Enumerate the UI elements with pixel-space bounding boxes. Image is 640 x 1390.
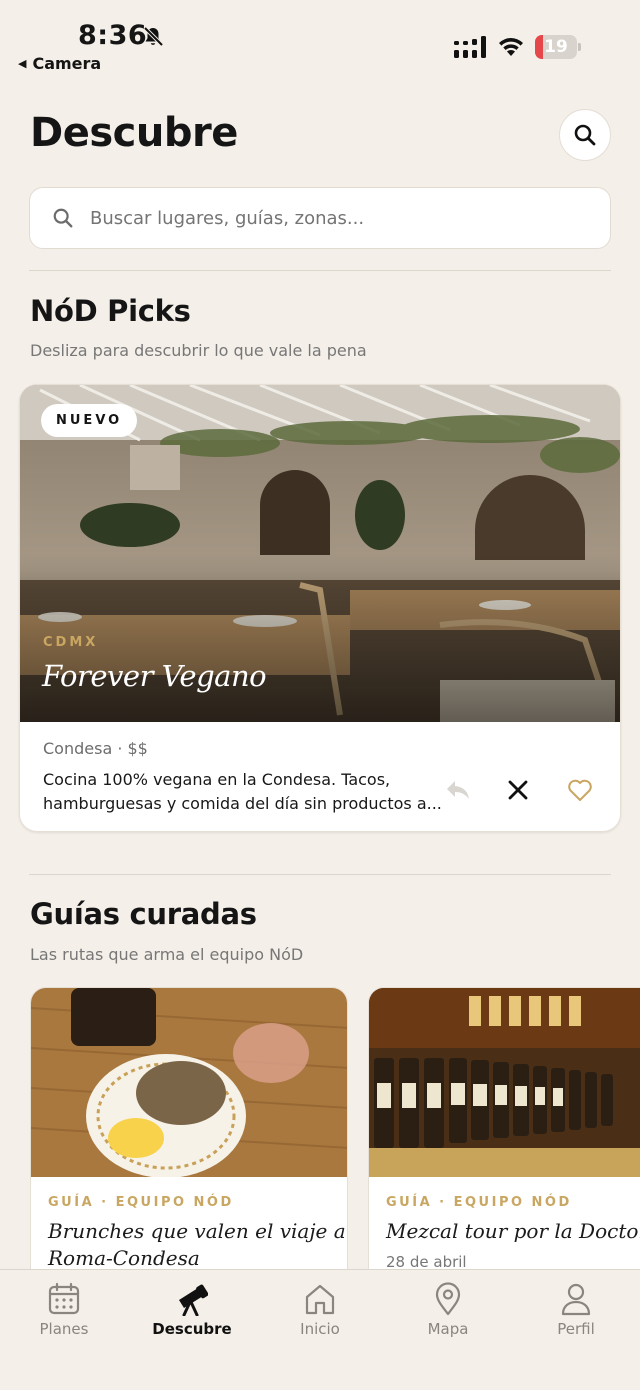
- pick-description: Cocina 100% vegana en la Condesa. Tacos,…: [43, 768, 443, 816]
- pick-description-line: hamburguesas y comida del día sin produc…: [43, 794, 442, 813]
- tab-label: Inicio: [300, 1320, 340, 1338]
- back-to-app[interactable]: ◀ Camera: [18, 54, 101, 73]
- pick-card[interactable]: NUEVO CDMX Forever Vegano Condesa · $$ C…: [19, 384, 621, 832]
- search-icon: [53, 208, 73, 228]
- home-icon: [305, 1284, 335, 1315]
- guide-title-line: Roma-Condesa: [48, 1246, 200, 1270]
- header-search-button[interactable]: [559, 109, 611, 161]
- reply-arrow-icon: [447, 781, 469, 799]
- guides-title: Guías curadas: [30, 897, 257, 931]
- back-app-label: Camera: [32, 54, 102, 73]
- search-input[interactable]: [90, 207, 570, 229]
- tab-label: Descubre: [152, 1320, 232, 1338]
- search-icon: [574, 124, 596, 146]
- telescope-icon: [179, 1284, 208, 1316]
- guide-card[interactable]: GUÍA · EQUIPO NÓD Brunches que valen el …: [30, 987, 348, 1287]
- tab-descubre[interactable]: Descubre: [128, 1270, 256, 1360]
- heart-icon: [568, 779, 592, 801]
- bell-slash-icon: [143, 26, 164, 47]
- battery-indicator: 19: [535, 35, 581, 59]
- page-title: Descubre: [30, 110, 238, 156]
- guide-kicker: GUÍA · EQUIPO NÓD: [48, 1195, 234, 1210]
- tab-inicio[interactable]: Inicio: [256, 1270, 384, 1360]
- guide-title: Brunches que valen el viaje a Roma-Conde…: [48, 1218, 346, 1272]
- tab-perfil[interactable]: Perfil: [512, 1270, 640, 1360]
- tab-bar: Planes Descubre Inicio Mapa Perfil: [0, 1269, 640, 1390]
- search-bar[interactable]: [29, 187, 611, 249]
- guide-title: Mezcal tour por la Doctores: [386, 1219, 640, 1243]
- battery-level-text: 19: [544, 37, 568, 57]
- calendar-icon: [48, 1282, 80, 1315]
- map-pin-icon: [435, 1282, 461, 1316]
- divider: [29, 874, 611, 875]
- close-icon: [508, 780, 528, 800]
- pick-name: Forever Vegano: [42, 659, 267, 693]
- dismiss-button[interactable]: [498, 770, 538, 810]
- back-triangle-icon: ◀: [18, 57, 27, 70]
- cellular-signal-icon: [454, 36, 486, 58]
- tab-mapa[interactable]: Mapa: [384, 1270, 512, 1360]
- person-icon: [561, 1283, 591, 1316]
- brunch-photo: [31, 988, 347, 1177]
- guide-card[interactable]: GUÍA · EQUIPO NÓD Mezcal tour por la Doc…: [368, 987, 640, 1287]
- guide-title-line: Brunches que valen el viaje a: [48, 1219, 346, 1243]
- mezcal-bottles-photo: [369, 988, 640, 1177]
- wifi-icon: [499, 38, 523, 56]
- tab-planes[interactable]: Planes: [0, 1270, 128, 1360]
- tab-label: Planes: [39, 1320, 89, 1338]
- new-badge: NUEVO: [41, 404, 138, 437]
- divider: [29, 270, 611, 271]
- pick-description-line: Cocina 100% vegana en la Condesa. Tacos,: [43, 770, 391, 789]
- pick-city: CDMX: [43, 635, 99, 650]
- guides-subtitle: Las rutas que arma el equipo NóD: [30, 945, 304, 964]
- tab-label: Mapa: [427, 1320, 469, 1338]
- picks-title: NóD Picks: [30, 294, 191, 328]
- tab-label: Perfil: [557, 1320, 595, 1338]
- favorite-button[interactable]: [560, 770, 600, 810]
- status-bar: 8:36 ◀ Camera 19: [0, 0, 640, 80]
- picks-subtitle: Desliza para descubrir lo que vale la pe…: [30, 341, 367, 360]
- undo-button[interactable]: [438, 770, 478, 810]
- pick-meta: Condesa · $$: [43, 739, 148, 758]
- guide-kicker: GUÍA · EQUIPO NÓD: [386, 1195, 572, 1210]
- status-time: 8:36: [78, 20, 148, 51]
